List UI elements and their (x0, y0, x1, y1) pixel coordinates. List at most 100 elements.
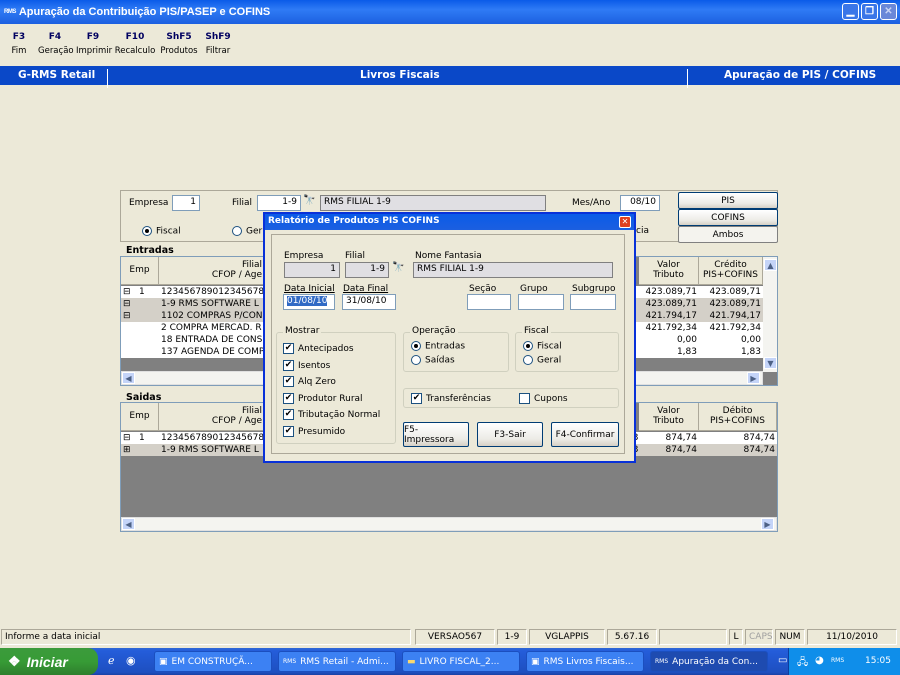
confirmar-button[interactable]: F4-Confirmar (551, 422, 619, 447)
status-l: L (729, 629, 743, 645)
cell-text: 1234567890123456789 (161, 287, 270, 297)
media-icon[interactable]: ◉ (126, 654, 136, 667)
windows-logo-icon: ❖ (8, 653, 21, 669)
scroll-left-icon[interactable]: ◀ (122, 372, 135, 384)
expand-icon[interactable]: ⊟ (123, 287, 131, 297)
scroll-up-icon[interactable]: ▲ (764, 259, 777, 271)
ie-icon[interactable]: ℯ (108, 654, 115, 667)
mostrar-checkbox[interactable]: ✔ Alq Zero (283, 376, 336, 387)
tool-label: Imprimir (76, 46, 113, 56)
task-label: Apuração da Con... (672, 656, 758, 667)
mostrar-checkbox[interactable]: ✔ Tributação Normal (283, 409, 380, 420)
binoculars-icon[interactable]: 🔭 (303, 195, 315, 206)
filial-field[interactable]: 1-9 (257, 195, 301, 211)
start-button[interactable]: ❖ Iniciar (0, 648, 98, 675)
data-inicial-value: 01/08/10 (287, 296, 328, 306)
cell-credito: 423.089,71 (709, 299, 761, 309)
tool-recalculo[interactable]: F10 Recalculo (114, 24, 156, 66)
task-rms-retail[interactable]: RMS RMS Retail - Admi... (278, 651, 396, 672)
col-debito-line1: Débito (722, 406, 753, 416)
window-title: Apuração da Contribuição PIS/PASEP e COF… (18, 6, 271, 18)
pis-button[interactable]: PIS (678, 192, 778, 209)
scroll-right-icon[interactable]: ▶ (747, 372, 760, 384)
tool-produtos[interactable]: ShF5 Produtos (160, 24, 198, 66)
start-label: Iniciar (26, 653, 68, 670)
impressora-button[interactable]: F5-Impressora (403, 422, 469, 447)
mesano-field[interactable]: 08/10 (620, 195, 660, 211)
subgrupo-field[interactable] (570, 294, 616, 310)
cupons-checkbox[interactable]: Cupons (519, 393, 568, 404)
saidas-hscroll[interactable] (121, 517, 777, 531)
mostrar-checkbox[interactable]: ✔ Presumido (283, 425, 345, 437)
col-filial: Filial CFOP / Age (159, 403, 265, 431)
empresa-field[interactable]: 1 (172, 195, 200, 211)
tool-imprimir[interactable]: F9 Imprimir (76, 24, 113, 66)
status-version: 5.67.16 (607, 629, 657, 645)
mostrar-label: Tributação Normal (298, 410, 381, 420)
cell-text: 137 AGENDA DE COMP (161, 347, 265, 357)
tool-fim[interactable]: F3 Fim (4, 24, 34, 66)
data-final-field[interactable]: 31/08/10 (342, 294, 396, 310)
status-message: Informe a data inicial (1, 629, 411, 645)
check-icon: ✔ (283, 343, 294, 354)
tool-filtrar[interactable]: ShF9 Filtrar (202, 24, 234, 66)
clock[interactable]: 15:05 (865, 656, 891, 666)
col-valor-line1: Valor (657, 406, 680, 416)
task-rms-livros[interactable]: ▣ RMS Livros Fiscais... (526, 651, 644, 672)
cell-text: 1102 COMPRAS P/CON (161, 311, 263, 321)
minimize-button[interactable]: ▁ (842, 3, 859, 20)
cell-credito: 423.089,71 (709, 287, 761, 297)
secao-field[interactable] (467, 294, 511, 310)
mostrar-checkbox[interactable]: ✔ Isentos (283, 359, 330, 371)
data-inicial-field[interactable]: 01/08/10 (283, 294, 335, 310)
grupo-field[interactable] (518, 294, 564, 310)
mostrar-checkbox[interactable]: ✔ Produtor Rural (283, 392, 363, 404)
header-left: G-RMS Retail (18, 69, 96, 81)
network-icon[interactable]: 🖧 (797, 655, 808, 672)
mostrar-label: Antecipados (298, 344, 354, 354)
task-apuracao[interactable]: RMS Apuração da Con... (650, 651, 768, 672)
mostrar-label: Alq Zero (298, 377, 336, 387)
col-debito: Débito PIS+COFINS (699, 403, 777, 431)
radio-f-fiscal[interactable]: Fiscal (523, 341, 562, 352)
col-valor: Valor Tributo (639, 403, 699, 431)
radio-geral[interactable]: Ger (232, 226, 262, 237)
entradas-vscroll[interactable] (763, 257, 777, 372)
mostrar-checkbox[interactable]: ✔ Antecipados (283, 343, 354, 354)
status-versao: VERSAO567 (415, 629, 495, 645)
keyboard-icon[interactable]: ▭ (778, 655, 787, 666)
task-livro-fiscal[interactable]: ▬ LIVRO FISCAL_2... (402, 651, 520, 672)
maximize-button[interactable]: ❐ (861, 3, 878, 20)
ambos-button[interactable]: Ambos (678, 226, 778, 243)
radio-entradas[interactable]: Entradas (411, 341, 465, 352)
secao-label: Seção (469, 284, 497, 294)
status-bar: Informe a data inicial VERSAO567 1-9 VGL… (0, 628, 900, 646)
task-em-construcao[interactable]: ▣ EM CONSTRUÇÃ... (154, 651, 272, 672)
mesano-label: Mes/Ano (572, 198, 611, 208)
dlg-nome-field: RMS FILIAL 1-9 (413, 262, 613, 278)
rms-tray-icon[interactable]: RMS (831, 657, 844, 664)
tool-geracao[interactable]: F4 Geração (38, 24, 74, 66)
expand-icon[interactable]: ⊟ (123, 299, 131, 309)
cofins-button[interactable]: COFINS (678, 209, 778, 226)
dialog-close-icon[interactable]: ✕ (619, 216, 631, 228)
radio-saidas[interactable]: Saídas (411, 355, 455, 366)
expand-icon[interactable]: ⊟ (123, 311, 131, 321)
close-button[interactable]: ✕ (880, 3, 897, 20)
expand-icon[interactable]: ⊞ (123, 445, 131, 455)
radio-f-geral[interactable]: Geral (523, 355, 561, 366)
scroll-right-icon[interactable]: ▶ (761, 518, 774, 530)
col-valor-line2: Tributo (653, 416, 684, 426)
scroll-left-icon[interactable]: ◀ (122, 518, 135, 530)
mostrar-label: Produtor Rural (298, 393, 363, 404)
grupo-label: Grupo (520, 284, 548, 294)
transferencias-checkbox[interactable]: ✔ Transferências (411, 393, 491, 404)
radio-fiscal-label: Fiscal (156, 226, 181, 237)
cell-valor: 423.089,71 (645, 299, 697, 309)
radio-fiscal[interactable]: Fiscal (142, 226, 181, 237)
filial-label: Filial (232, 198, 253, 208)
expand-icon[interactable]: ⊟ (123, 433, 131, 443)
scroll-down-icon[interactable]: ▼ (764, 357, 777, 369)
sair-button[interactable]: F3-Sair (477, 422, 543, 447)
volume-icon[interactable]: ◕ (815, 655, 824, 666)
